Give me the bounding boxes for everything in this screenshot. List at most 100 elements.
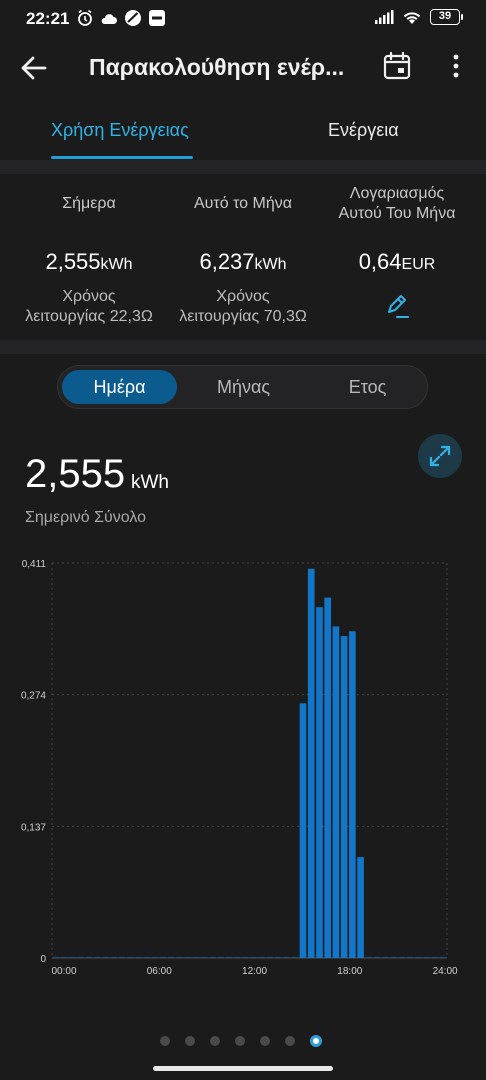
chart-bar [52, 956, 60, 958]
chart-bar [423, 956, 430, 958]
chart-bar [439, 956, 447, 958]
stat-bill: Λογαριασμός Αυτού Του Μήνα 0,64EUR [316, 175, 478, 324]
chart-bar [381, 956, 389, 958]
chart-bar [151, 956, 159, 958]
y-tick-label: 0,411 [22, 559, 47, 570]
segment-year[interactable]: Ετος [310, 370, 425, 404]
tab-indicator [51, 156, 193, 159]
chart-bar [258, 956, 266, 958]
chart-bar [102, 956, 109, 958]
chart-bar [192, 956, 200, 958]
back-arrow-icon[interactable] [18, 52, 50, 84]
stat-month-runtime-line1: Χρόνος [216, 288, 270, 305]
page-title: Παρακολούθηση ενέρ... [89, 54, 345, 80]
dnd-icon [125, 10, 141, 26]
chart-bar [143, 956, 150, 958]
chart-bar [217, 956, 225, 958]
stat-today-runtime-line2: λειτουργίας 22,3Ω [25, 308, 153, 325]
chart-bar [85, 956, 93, 958]
y-tick-label: 0 [40, 954, 46, 965]
chart-bar [299, 703, 307, 958]
chart-bar [398, 956, 406, 958]
tab-energy[interactable]: Ενέργεια [328, 120, 399, 141]
page-dot[interactable] [235, 1036, 245, 1046]
app-notification-icon [149, 10, 165, 26]
chart-bar [406, 956, 414, 958]
x-tick-label: 00:00 [51, 966, 76, 977]
chart-bar [340, 636, 348, 958]
tab-bar: Χρήση Ενέργειας Ενέργεια [0, 108, 486, 159]
battery-indicator: 39 [430, 9, 463, 25]
divider [0, 340, 486, 354]
edit-pencil-icon[interactable] [384, 293, 410, 319]
x-tick-label: 06:00 [147, 966, 172, 977]
stat-bill-heading-line2: Αυτού Του Μήνα [338, 205, 456, 222]
wifi-icon [403, 11, 421, 24]
tab-energy-usage[interactable]: Χρήση Ενέργειας [51, 120, 189, 141]
page-dot[interactable] [285, 1036, 295, 1046]
stat-today-unit: kWh [100, 256, 133, 273]
calendar-icon[interactable] [382, 51, 412, 81]
status-notification-icons [76, 9, 166, 27]
stat-month-value: 6,237 [199, 249, 255, 274]
total-label: Σημερινό Σύνολο [25, 509, 147, 526]
energy-chart: 0 0,137 0,274 0,411 00:00 06:00 12:00 18:00 24:0… [21, 559, 458, 977]
stats-panel: Σήμερα 2,555kWh Χρόνος λειτουργίας 22,3Ω… [0, 175, 486, 340]
chart-bar [184, 956, 192, 958]
stat-month-heading: Αυτό το Μήνα [194, 195, 292, 212]
chart-bar [307, 568, 315, 958]
chart-bar [159, 956, 167, 958]
page-dot[interactable] [185, 1036, 195, 1046]
chart-bar [242, 956, 249, 958]
chart-bar [225, 956, 233, 958]
chart-bar [61, 956, 68, 958]
divider [0, 160, 486, 174]
chart-bar [357, 857, 364, 958]
stat-bill-heading: Λογαριασμός Αυτού Του Μήνα [316, 183, 478, 225]
more-vert-icon[interactable] [446, 50, 466, 82]
chart-bar [390, 956, 397, 958]
total-unit: kWh [131, 472, 169, 493]
stat-today-heading: Σήμερα [62, 195, 116, 212]
status-bar: 22:21 39 [0, 0, 486, 38]
page-dot[interactable] [260, 1036, 270, 1046]
stat-today-value: 2,555 [45, 249, 101, 274]
segment-month[interactable]: Μήνας [186, 370, 301, 404]
expand-icon[interactable] [418, 434, 462, 478]
status-system-icons: 39 [374, 9, 463, 25]
chart-bar [332, 626, 340, 958]
app-bar: Παρακολούθηση ενέρ... [0, 38, 486, 96]
chart-bar [365, 956, 373, 958]
stat-bill-value: 0,64 [358, 249, 402, 274]
stat-month-runtime-line2: λειτουργίας 70,3Ω [179, 308, 307, 325]
segment-day[interactable]: Ημέρα [62, 370, 177, 404]
chart-bar [349, 631, 356, 958]
stat-month-value-row: 6,237kWh [162, 249, 324, 275]
status-time: 22:21 [26, 9, 70, 28]
chart-bar [266, 956, 274, 958]
page-dot[interactable] [310, 1035, 322, 1047]
chart-bar [233, 956, 241, 958]
stat-month-runtime: Χρόνος λειτουργίας 70,3Ω [162, 287, 324, 327]
alarm-icon [78, 9, 92, 26]
page-dot[interactable] [160, 1036, 170, 1046]
stat-today-runtime-line1: Χρόνος [62, 288, 116, 305]
chart-bar [316, 607, 323, 958]
stat-today-value-row: 2,555kWh [8, 249, 170, 275]
chart-bar [69, 956, 76, 958]
chart-bar [274, 956, 282, 958]
stat-today: Σήμερα 2,555kWh Χρόνος λειτουργίας 22,3Ω [8, 175, 170, 327]
home-indicator [153, 1066, 333, 1071]
chart-bar [283, 956, 290, 958]
chart-bar [118, 956, 126, 958]
chart-bar [126, 956, 134, 958]
stat-today-runtime: Χρόνος λειτουργίας 22,3Ω [8, 287, 170, 327]
chart-bar [200, 956, 208, 958]
page-dot[interactable] [210, 1036, 220, 1046]
x-tick-label: 12:00 [242, 966, 267, 977]
chart-bar [373, 956, 381, 958]
chart-bar [135, 956, 142, 958]
period-selector: Ημέρα Μήνας Ετος [57, 365, 428, 409]
page-indicator [160, 1035, 322, 1047]
chart-bar [77, 956, 85, 958]
